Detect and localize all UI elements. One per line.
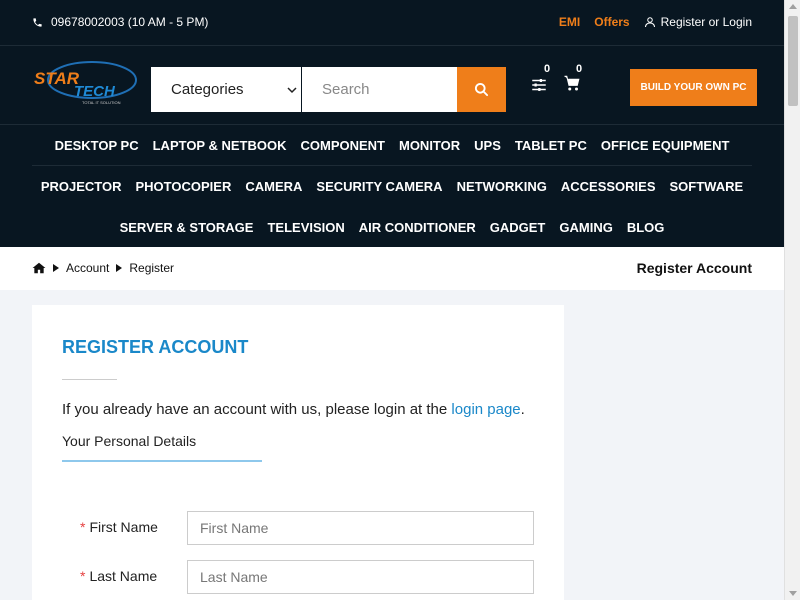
top-links: EMI Offers Register or Login [559,15,752,29]
offers-link[interactable]: Offers [594,15,629,29]
breadcrumb: Account Register [32,261,174,275]
nav-item[interactable]: MONITOR [399,138,460,153]
last-name-label-text: Last Name [89,568,158,584]
nav-row: DESKTOP PC LAPTOP & NETBOOK COMPONENT MONIT… [32,125,752,166]
register-form-card: REGISTER ACCOUNT If you already have an … [32,305,564,600]
search-input[interactable] [302,67,457,112]
nav-row: PROJECTOR PHOTOCOPIER CAMERA SECURITY CAMER… [32,166,752,207]
chevron-down-icon [287,86,297,93]
logo-tagline: TOTAL IT SOLUTION [82,100,121,105]
nav-item[interactable]: GAMING [559,220,612,235]
nav-item[interactable]: UPS [474,138,501,153]
logo-text-tech: TECH [74,83,116,100]
register-login-label: Register or Login [660,15,752,29]
nav-item[interactable]: SERVER & STORAGE [120,220,254,235]
nav-item[interactable]: SECURITY CAMERA [316,179,442,194]
top-bar: 09678002003 (10 AM - 5 PM) EMI Offers Re… [0,0,784,46]
first-name-label: * First Name [80,519,158,535]
last-name-label: * Last Name [80,568,157,584]
nav-item[interactable]: AIR CONDITIONER [359,220,476,235]
phone-number: 09678002003 (10 AM - 5 PM) [51,15,209,29]
compare-count: 0 [544,63,551,75]
search-button[interactable] [457,67,506,112]
nav-item[interactable]: OFFICE EQUIPMENT [601,138,730,153]
categories-dropdown[interactable]: Categories [151,67,301,112]
form-title: REGISTER ACCOUNT [62,337,249,357]
last-name-input[interactable] [187,560,534,594]
first-name-input[interactable] [187,511,534,545]
nav-item[interactable]: NETWORKING [457,179,547,194]
scroll-up-arrow[interactable] [789,4,797,9]
build-your-own-pc-button[interactable]: BUILD YOUR OWN PC [630,69,757,106]
breadcrumb-account[interactable]: Account [66,261,109,275]
register-login-link[interactable]: Register or Login [644,15,752,29]
cart-count: 0 [576,63,583,75]
login-page-link[interactable]: login page [451,401,520,418]
category-nav: DESKTOP PC LAPTOP & NETBOOK COMPONENT MONIT… [0,124,784,247]
intro-prefix: If you already have an account with us, … [62,401,452,418]
page-scrollbar[interactable] [784,0,800,600]
emi-link[interactable]: EMI [559,15,580,29]
nav-row: SERVER & STORAGE TELEVISION AIR CONDITIONE… [32,207,752,248]
page-heading: Register Account [636,260,752,276]
nav-item[interactable]: SOFTWARE [670,179,744,194]
caret-right-icon [116,264,123,272]
breadcrumb-register[interactable]: Register [129,261,174,275]
first-name-label-text: First Name [89,519,158,535]
caret-right-icon [53,264,59,272]
main-header: STAR TECH TOTAL IT SOLUTION Categories 0… [0,46,784,124]
phone-icon [33,17,42,27]
star-tech-logo[interactable]: STAR TECH TOTAL IT SOLUTION [32,56,140,106]
nav-item[interactable]: CAMERA [245,179,302,194]
phone-contact[interactable]: 09678002003 (10 AM - 5 PM) [32,15,208,29]
nav-item[interactable]: COMPONENT [300,138,385,153]
scroll-down-arrow[interactable] [789,591,797,596]
cart-icon [564,75,580,91]
search-icon [474,82,489,97]
nav-item[interactable]: DESKTOP PC [55,138,139,153]
nav-item[interactable]: ACCESSORIES [561,179,656,194]
intro-suffix: . [520,401,525,418]
nav-item[interactable]: TABLET PC [515,138,587,153]
nav-item[interactable]: GADGET [490,220,546,235]
title-divider [62,379,117,380]
nav-item[interactable]: TELEVISION [267,220,344,235]
sliders-icon [532,79,546,91]
breadcrumb-bar: Account Register Register Account [0,247,784,290]
compare-button[interactable] [530,76,550,96]
categories-label: Categories [171,81,244,98]
cart-button[interactable] [563,74,583,94]
required-mark: * [80,568,86,584]
home-icon[interactable] [32,261,46,275]
section-title: Your Personal Details [62,433,197,449]
login-intro-text: If you already have an account with us, … [62,401,525,418]
nav-item[interactable]: PROJECTOR [41,179,122,194]
user-icon [644,17,655,28]
nav-item[interactable]: BLOG [627,220,665,235]
required-mark: * [80,519,86,535]
section-underline [62,460,262,462]
nav-item[interactable]: PHOTOCOPIER [136,179,232,194]
scroll-thumb[interactable] [788,16,798,106]
logo-text-star: STAR [34,69,80,88]
nav-item[interactable]: LAPTOP & NETBOOK [153,138,287,153]
